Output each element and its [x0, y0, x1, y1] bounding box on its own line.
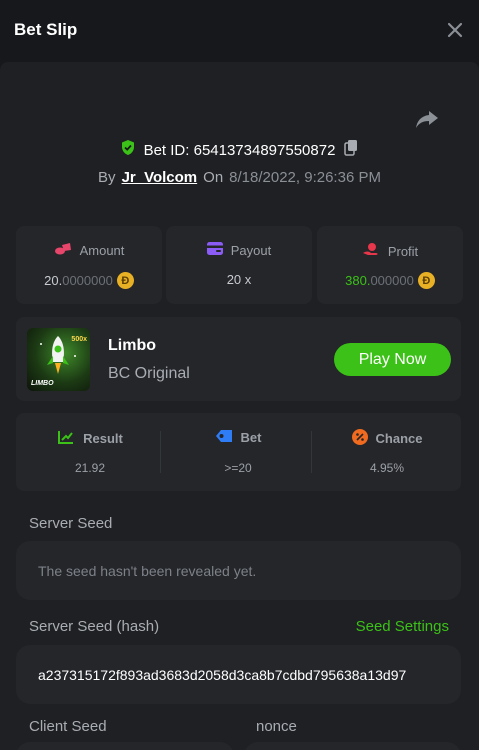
divider	[311, 431, 312, 473]
client-seed-field[interactable]	[16, 742, 234, 750]
result-icon	[57, 429, 75, 448]
profit-value-decimals: 000000	[370, 273, 414, 288]
profit-value: 380.	[345, 273, 371, 288]
payout-value: 20 x	[226, 272, 252, 287]
server-seed-label: Server Seed	[29, 515, 113, 532]
result-card: Result 21.92 Bet >=20 Chance 4.95%	[16, 413, 461, 491]
share-icon[interactable]	[414, 108, 440, 130]
bet-id: Bet ID: 65413734897550872	[143, 141, 336, 159]
amount-value-decimals: 0000000	[62, 273, 113, 288]
amount-label: Amount	[79, 243, 125, 258]
amount-value: 20.	[44, 273, 63, 288]
shield-check-icon	[120, 139, 136, 161]
play-now-button[interactable]: Play Now	[334, 343, 451, 376]
percent-icon	[351, 429, 368, 448]
game-thumbnail[interactable]: LIMBO 500x	[27, 328, 90, 391]
nonce-label: nonce	[256, 718, 297, 735]
chance-value: 4.95%	[369, 461, 405, 475]
thumb-badge: 500x	[71, 336, 87, 343]
on-label: On	[203, 168, 224, 186]
username-link[interactable]: Jr_Volcom	[122, 169, 198, 186]
payout-card: Payout 20 x	[166, 226, 312, 304]
divider	[160, 431, 161, 473]
bet-id-row: Bet ID: 65413734897550872	[0, 139, 479, 161]
bet-tag-icon	[215, 429, 233, 446]
hand-coin-icon	[362, 242, 380, 261]
bet-meta-row: By Jr_Volcom On 8/18/2022, 9:26:36 PM	[0, 166, 479, 188]
header: Bet Slip	[0, 0, 479, 62]
server-seed-hash-label: Server Seed (hash)	[29, 618, 160, 635]
amount-card: Amount 20.0000000 Đ	[16, 226, 162, 304]
game-card: LIMBO 500x Limbo BC Original Play Now	[16, 317, 461, 401]
result-value: 21.92	[74, 461, 106, 475]
coins-icon	[54, 242, 72, 259]
payout-label: Payout	[230, 242, 272, 258]
nonce-field[interactable]	[244, 742, 461, 750]
by-label: By	[98, 168, 116, 186]
bet-label: Bet	[240, 430, 262, 445]
result-label: Result	[83, 431, 123, 446]
copy-icon[interactable]	[343, 139, 359, 161]
client-seed-label: Client Seed	[29, 718, 107, 735]
server-seed-hash-field[interactable]: a237315172f893ad3683d2058d3ca8b7cdbd7956…	[16, 645, 461, 704]
seed-settings-link[interactable]: Seed Settings	[356, 618, 449, 635]
page-title: Bet Slip	[14, 20, 78, 39]
bet-value: >=20	[224, 461, 252, 475]
profit-label: Profit	[387, 244, 419, 259]
game-name: Limbo	[108, 337, 156, 354]
coin-icon: Đ	[417, 272, 435, 289]
profit-card: Profit 380.000000 Đ	[317, 226, 463, 304]
game-subtitle: BC Original	[108, 365, 190, 382]
coin-icon: Đ	[116, 272, 134, 289]
chance-label: Chance	[375, 431, 423, 446]
bet-date: 8/18/2022, 9:26:36 PM	[229, 168, 381, 186]
server-seed-field: The seed hasn't been revealed yet.	[16, 541, 461, 600]
card-icon	[206, 242, 223, 258]
close-icon[interactable]	[445, 20, 465, 40]
thumb-label: LIMBO	[31, 380, 54, 387]
